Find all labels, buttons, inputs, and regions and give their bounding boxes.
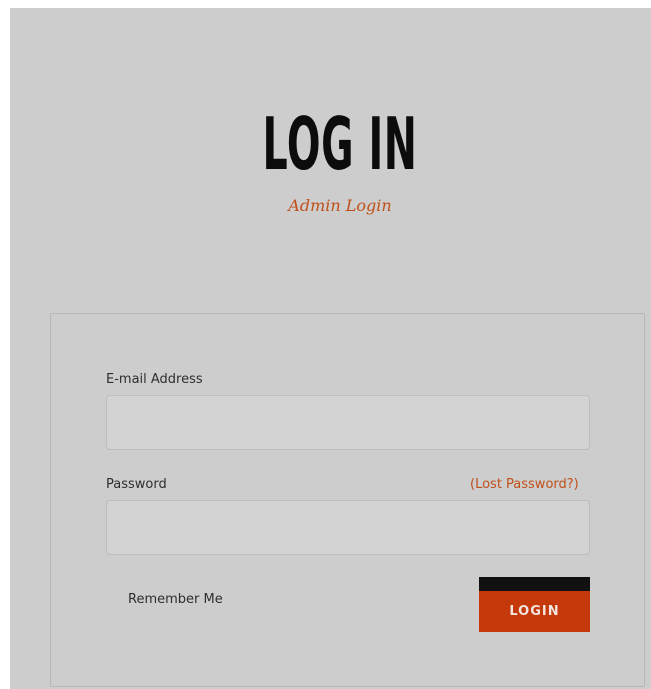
- lost-password-link[interactable]: (Lost Password?): [470, 477, 579, 492]
- page-subtitle: Admin Login: [288, 196, 392, 215]
- password-field[interactable]: [106, 500, 590, 555]
- email-label: E-mail Address: [106, 372, 203, 387]
- email-field[interactable]: [106, 395, 590, 450]
- remember-me-label[interactable]: Remember Me: [128, 592, 223, 607]
- login-button[interactable]: LOGIN: [479, 577, 590, 632]
- password-label: Password: [106, 477, 167, 492]
- page-title: LOG IN: [262, 102, 418, 186]
